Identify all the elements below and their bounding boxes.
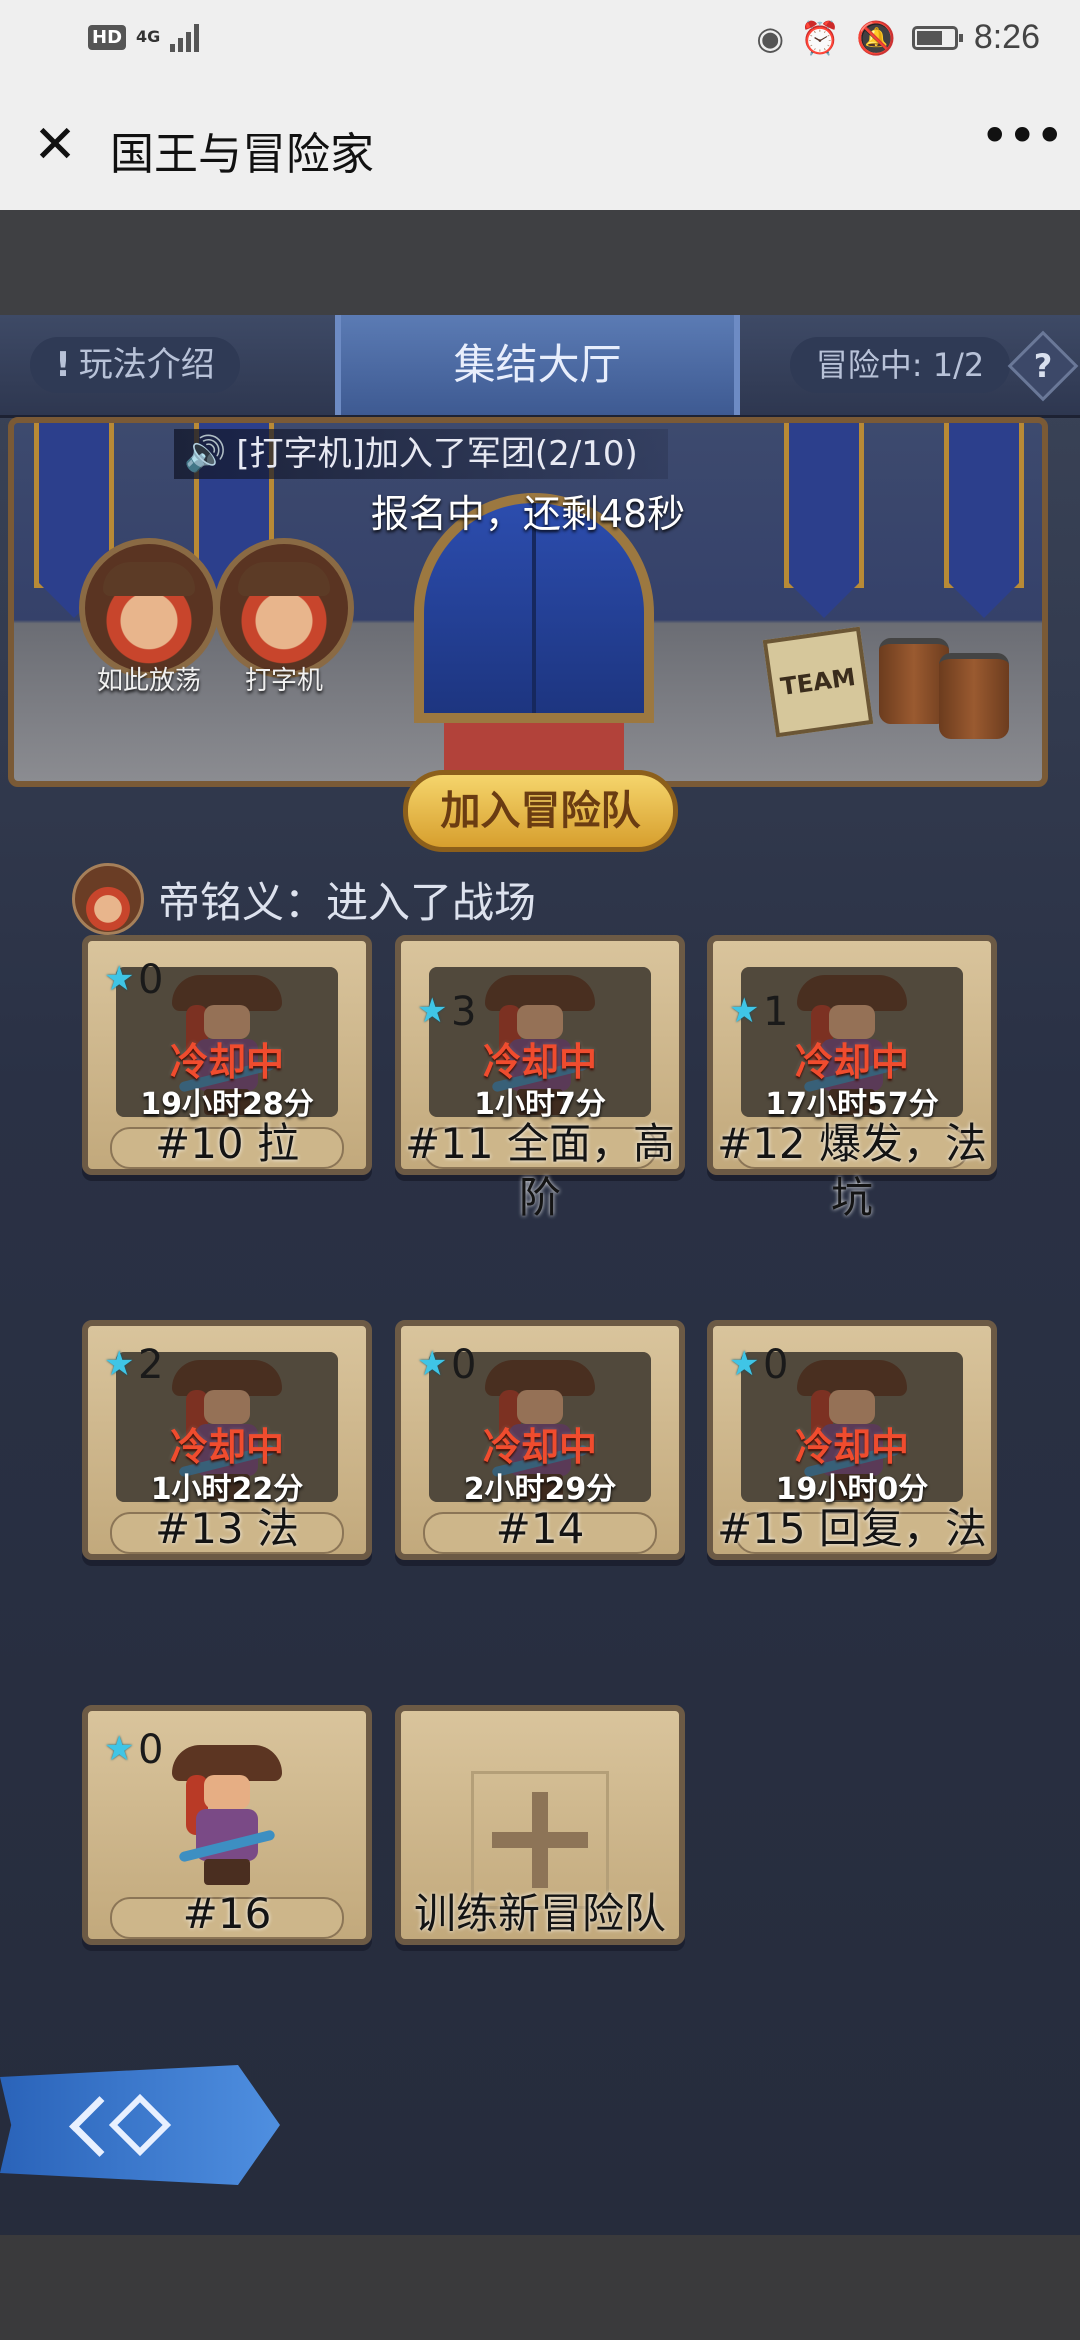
close-icon[interactable]: ✕ — [30, 119, 80, 171]
join-notice-text: [打字机]加入了军团(2/10) — [236, 434, 638, 474]
member-slot[interactable]: 如此放荡 — [74, 538, 224, 697]
battery-icon — [911, 25, 963, 50]
status-bar: HD 4G ◉ ⏰ 🔕 8:26 — [0, 0, 1080, 80]
hd-badge: HD — [88, 24, 127, 50]
clock: 8:26 — [973, 18, 1040, 56]
team-name: #16 — [182, 1889, 272, 1938]
team-card[interactable]: ★ 0 #16 — [82, 1705, 372, 1945]
game-top-band — [0, 210, 1080, 315]
star-count: 1 — [763, 989, 789, 1035]
status-left: HD 4G — [88, 22, 200, 52]
star-count: 0 — [763, 1342, 789, 1388]
cooldown-status: 冷却中 — [482, 1040, 597, 1084]
activity-feed: 帝铭义：进入了战场 — [72, 863, 536, 935]
team-name: #10 拉 — [155, 1119, 299, 1168]
avatar — [72, 863, 144, 935]
star-count: 3 — [451, 989, 477, 1035]
cooldown-status: 冷却中 — [169, 1425, 284, 1469]
hero-figure — [172, 1745, 282, 1885]
star-icon: ★ — [417, 1344, 448, 1384]
avatar — [214, 538, 354, 678]
title-bar: ✕ 国王与冒险家 ••• — [0, 80, 1080, 210]
train-new-team-button[interactable]: 训练新冒险队 — [395, 1705, 685, 1945]
star-count: 2 — [138, 1342, 164, 1388]
tab-gameplay-intro-label: 玩法介绍 — [78, 345, 215, 385]
alarm-icon: ⏰ — [800, 18, 840, 57]
member-slot[interactable]: 打字机 — [209, 538, 359, 697]
bottom-band — [0, 2235, 1080, 2340]
cooldown-status: 冷却中 — [794, 1040, 909, 1084]
team-name: #14 — [495, 1504, 585, 1553]
team-card[interactable]: ★ 3 冷却中 1小时7分 #11 全面，高阶 — [395, 935, 685, 1222]
team-card[interactable]: ★ 1 冷却中 17小时57分 #12 爆发，法坑 — [707, 935, 997, 1222]
speaker-icon: 🔊 — [184, 434, 227, 474]
info-icon: ! — [55, 345, 71, 385]
star-icon: ★ — [417, 991, 448, 1031]
train-new-team-label: 训练新冒险队 — [413, 1889, 666, 1938]
more-icon[interactable]: ••• — [980, 111, 1064, 166]
status-right: ◉ ⏰ 🔕 8:26 — [756, 18, 1040, 57]
member-name: 如此放荡 — [96, 666, 201, 696]
star-count: 0 — [138, 1727, 164, 1773]
star-count: 0 — [138, 957, 164, 1003]
signal-icon — [170, 22, 200, 52]
help-button[interactable]: ? — [1007, 330, 1079, 402]
avatar — [79, 538, 219, 678]
team-card[interactable]: ★ 0 冷却中 2小时29分 #14 — [395, 1320, 685, 1560]
team-name: #11 全面，高阶 — [405, 1119, 675, 1222]
star-icon: ★ — [104, 959, 135, 999]
team-card[interactable]: ★ 0 冷却中 19小时28分 #10 拉 — [82, 935, 372, 1175]
member-name: 打字机 — [244, 666, 323, 696]
join-team-button[interactable]: 加入冒险队 — [403, 770, 678, 852]
star-icon: ★ — [104, 1344, 135, 1384]
cooldown-status: 冷却中 — [169, 1040, 284, 1084]
team-card[interactable]: ★ 2 冷却中 1小时22分 #13 法 — [82, 1320, 372, 1560]
join-notice: 🔊 [打字机]加入了军团(2/10) — [174, 429, 668, 479]
hall-scene: TEAM 🔊 [打字机]加入了军团(2/10) 报名中，还剩48秒 如此放荡 打字… — [8, 417, 1048, 787]
star-icon: ★ — [729, 1344, 760, 1384]
signup-countdown: 报名中，还剩48秒 — [370, 492, 686, 536]
feed-text: 帝铭义：进入了战场 — [158, 877, 537, 927]
battery-fill — [916, 30, 942, 45]
barrel — [939, 653, 1009, 739]
back-button[interactable] — [0, 2065, 280, 2185]
network-type: 4G — [136, 27, 161, 46]
cooldown-status: 冷却中 — [794, 1425, 909, 1469]
star-icon: ★ — [104, 1729, 135, 1769]
team-name: #13 法 — [155, 1504, 299, 1553]
star-count: 0 — [451, 1342, 477, 1388]
cooldown-status: 冷却中 — [482, 1425, 597, 1469]
tab-bar: ! 玩法介绍 集结大厅 冒险中: 1/2 ? — [0, 315, 1080, 418]
app-title: 国王与冒险家 — [110, 129, 374, 180]
star-icon: ★ — [729, 991, 760, 1031]
mute-icon: 🔕 — [855, 18, 896, 57]
team-sign: TEAM — [762, 626, 874, 738]
emblem-icon — [108, 2093, 172, 2157]
tab-gameplay-intro[interactable]: ! 玩法介绍 — [30, 337, 240, 393]
team-name: #15 回复，法 — [717, 1504, 987, 1553]
tab-adventuring[interactable]: 冒险中: 1/2 — [790, 337, 1010, 393]
tab-rally-hall[interactable]: 集结大厅 — [335, 315, 740, 415]
game-area: ! 玩法介绍 集结大厅 冒险中: 1/2 ? TEAM 🔊 [打字机]加入了军团(2… — [0, 315, 1080, 2235]
team-card[interactable]: ★ 0 冷却中 19小时0分 #15 回复，法 — [707, 1320, 997, 1560]
eye-icon: ◉ — [756, 18, 785, 57]
team-name: #12 爆发，法坑 — [717, 1119, 987, 1222]
help-icon: ? — [1033, 347, 1053, 385]
